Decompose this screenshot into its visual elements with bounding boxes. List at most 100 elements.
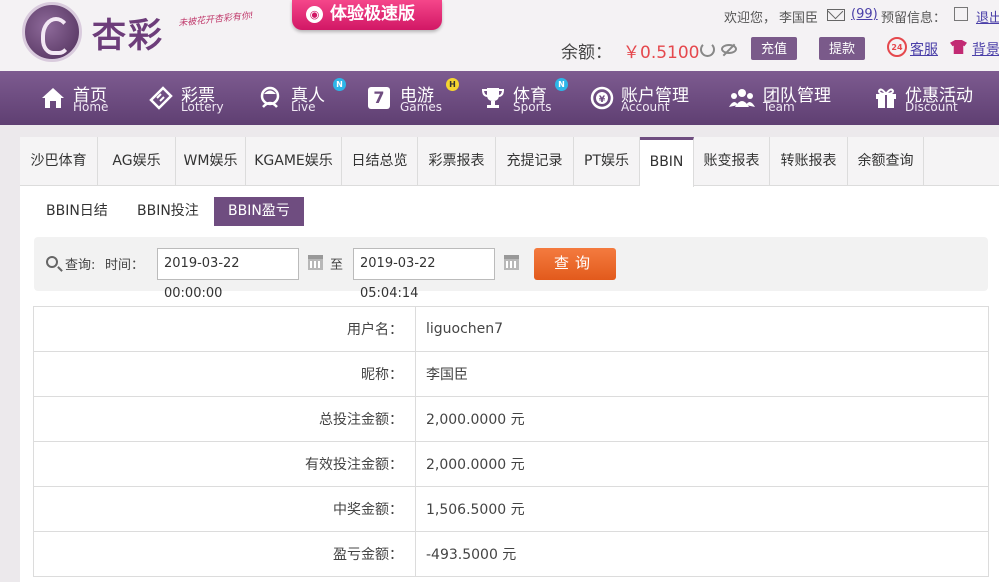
tab-saba-sports[interactable]: 沙巴体育 [20, 137, 98, 186]
row-label: 总投注金额： [33, 396, 416, 442]
start-time-input[interactable]: 2019-03-22 00:00:00 [157, 248, 299, 301]
refresh-icon[interactable] [700, 42, 715, 57]
query-label: 查询: [65, 258, 96, 273]
table-row: 有效投注金额： 2,000.0000 元 [33, 441, 989, 487]
withdraw-button[interactable]: 提款 [819, 37, 866, 60]
logo-slogan: 未被花开杏彩有你! [177, 11, 255, 29]
balance-label: 余额： [561, 43, 612, 63]
row-value: 2,000.0000 元 [415, 396, 989, 442]
trophy-icon [481, 88, 505, 108]
time-label: 时间： [105, 258, 145, 273]
end-time-input[interactable]: 2019-03-22 05:04:14 [353, 248, 495, 301]
header: 杏彩 未被花开杏彩有你! ◉ 体验极速版 欢迎您， 李国臣 (99) 预留信息：… [0, 0, 999, 71]
tab-transfer-report[interactable]: 转账报表 [770, 137, 848, 186]
mail-icon[interactable] [827, 9, 845, 21]
tab-lottery-report[interactable]: 彩票报表 [418, 137, 496, 186]
nav-item-sublabel: Team [763, 100, 795, 114]
reserved-info-label: 预留信息： [881, 11, 947, 26]
to-label: 至 [330, 258, 344, 273]
hide-balance-icon[interactable] [721, 44, 737, 54]
profit-loss-table: 用户名： liguochen7 昵称： 李国臣 总投注金额： 2,000.000… [33, 306, 989, 577]
subtab-bbin-daily[interactable]: BBIN日结 [32, 197, 122, 226]
nav-item-games[interactable]: 7 电游 Games H [367, 71, 462, 125]
subtab-bbin-bets[interactable]: BBIN投注 [123, 197, 213, 226]
nav-item-sublabel: Account [621, 100, 670, 114]
welcome-text: 欢迎您， [724, 11, 777, 26]
rocket-icon: ◉ [306, 6, 323, 23]
coin-icon: ¥ [590, 86, 614, 110]
customer-service-link[interactable]: 客服 [910, 39, 938, 59]
home-icon [42, 88, 64, 108]
new-badge: N [333, 78, 346, 91]
table-row: 总投注金额： 2,000.0000 元 [33, 396, 989, 442]
table-row: 昵称： 李国臣 [33, 351, 989, 397]
row-value: -493.5000 元 [415, 531, 989, 577]
calendar-icon[interactable] [504, 255, 519, 270]
nav-item-account[interactable]: ¥ 账户管理 Account [589, 71, 699, 125]
search-button[interactable]: 查询 [534, 248, 616, 280]
query-bar: 查询: 时间： 2019-03-22 00:00:00 至 2019-03-22… [34, 237, 988, 301]
subtab-bbin-profit-loss[interactable]: BBIN盈亏 [214, 197, 304, 226]
tab-deposit-withdraw[interactable]: 充提记录 [496, 137, 574, 186]
deposit-button[interactable]: 充值 [751, 37, 798, 60]
gift-icon [876, 88, 896, 108]
report-panel: 沙巴体育 AG娱乐 WM娱乐 KGAME娱乐 日结总览 彩票报表 充提记录 PT… [20, 137, 999, 582]
tab-balance-query[interactable]: 余额查询 [848, 137, 924, 186]
customer-service-icon[interactable]: 24 [887, 37, 907, 57]
promo-banner-button[interactable]: ◉ 体验极速版 [292, 0, 442, 30]
table-row: 中奖金额： 1,506.5000 元 [33, 486, 989, 532]
tab-kgame[interactable]: KGAME娱乐 [246, 137, 342, 186]
row-value: 李国臣 [415, 351, 989, 397]
nav-item-sublabel: Discount [905, 100, 958, 114]
logout-link[interactable]: 退出 [976, 7, 999, 26]
calendar-icon[interactable] [308, 255, 323, 270]
lady-icon [260, 86, 280, 108]
nav-item-team[interactable]: 团队管理 Team [729, 71, 839, 125]
tab-ag[interactable]: AG娱乐 [98, 137, 176, 186]
ticket-icon [149, 86, 173, 110]
background-link[interactable]: 背景 [972, 39, 999, 59]
row-value: 2,000.0000 元 [415, 441, 989, 487]
bbin-subtabs: BBIN日结 BBIN投注 BBIN盈亏 [20, 186, 999, 230]
table-row: 盈亏金额： -493.5000 元 [33, 531, 989, 577]
logo-emblem-icon[interactable] [22, 2, 82, 62]
nav-item-lottery[interactable]: 彩票 Lottery [148, 71, 228, 125]
nav-item-discount[interactable]: 优惠活动 Discount [873, 71, 983, 125]
tab-account-change[interactable]: 账变报表 [694, 137, 770, 186]
nav-item-sublabel: Home [73, 100, 109, 114]
nav-item-sublabel: Live [291, 100, 316, 114]
main-nav: 首页 Home 彩票 Lottery 真人 Live N 7 电游 Games … [0, 71, 999, 125]
shirt-icon[interactable] [950, 40, 967, 54]
row-label: 有效投注金额： [33, 441, 416, 487]
nav-item-sublabel: Lottery [181, 100, 224, 114]
row-label: 昵称： [33, 351, 416, 397]
table-row: 用户名： liguochen7 [33, 306, 989, 352]
nav-item-sublabel: Games [400, 100, 442, 114]
team-icon [729, 89, 755, 107]
nav-item-sublabel: Sports [513, 100, 552, 114]
edit-icon[interactable] [954, 7, 968, 21]
username-display: 李国臣 [779, 11, 819, 26]
report-tabs: 沙巴体育 AG娱乐 WM娱乐 KGAME娱乐 日结总览 彩票报表 充提记录 PT… [20, 137, 999, 187]
tab-bbin[interactable]: BBIN [640, 137, 694, 187]
new-badge: N [555, 78, 568, 91]
row-label: 盈亏金额： [33, 531, 416, 577]
tab-daily-overview[interactable]: 日结总览 [342, 137, 418, 186]
nav-item-live[interactable]: 真人 Live N [257, 71, 347, 125]
promo-label: 体验极速版 [330, 4, 415, 24]
seven-icon: 7 [368, 87, 390, 109]
row-label: 中奖金额： [33, 486, 416, 532]
balance-value: ￥0.5100 [623, 43, 700, 63]
tab-pt[interactable]: PT娱乐 [574, 137, 640, 186]
nav-item-sports[interactable]: 体育 Sports N [480, 71, 575, 125]
row-value: liguochen7 [415, 306, 989, 352]
hot-badge: H [446, 78, 459, 91]
tab-wm[interactable]: WM娱乐 [176, 137, 246, 186]
svg-text:¥: ¥ [599, 95, 606, 105]
row-value: 1,506.5000 元 [415, 486, 989, 532]
row-label: 用户名： [33, 306, 416, 352]
search-icon [46, 256, 58, 268]
logo-text[interactable]: 杏彩 [92, 8, 164, 57]
nav-item-home[interactable]: 首页 Home [40, 71, 120, 125]
mail-count-link[interactable]: (99) [851, 7, 878, 22]
